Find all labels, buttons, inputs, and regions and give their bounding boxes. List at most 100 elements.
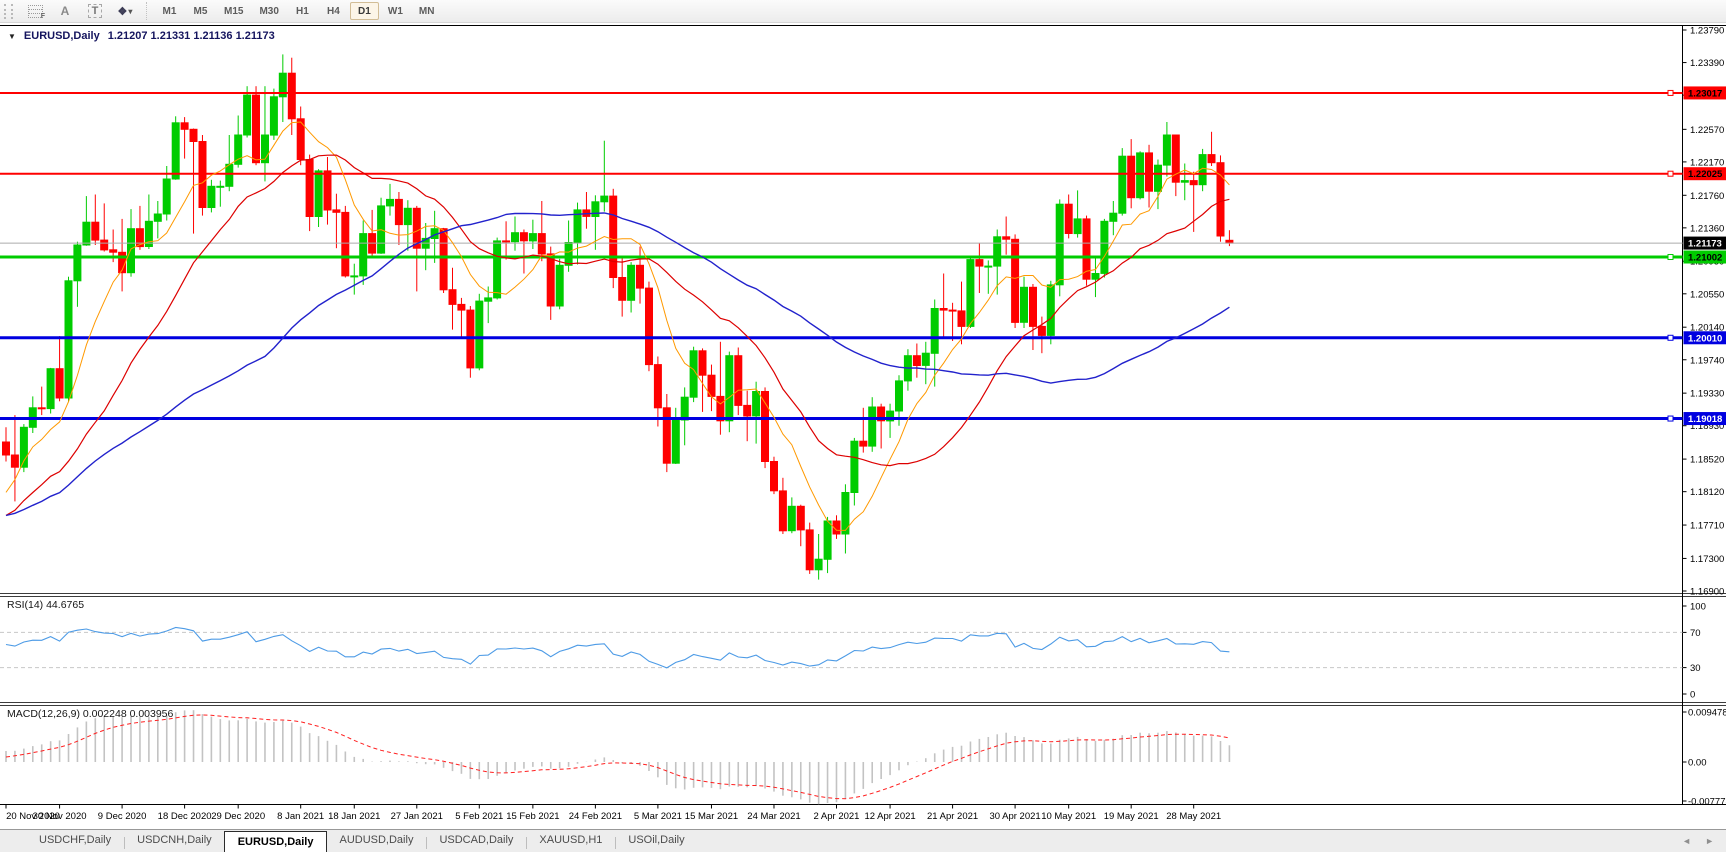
tab-usoil-daily[interactable]: USOil,Daily <box>615 834 697 852</box>
tab-usdcnh-daily[interactable]: USDCNH,Daily <box>124 834 225 852</box>
timeframe-button-H4[interactable]: H4 <box>319 2 348 20</box>
date-tick-label: 30 Apr 2021 <box>989 811 1040 822</box>
candle <box>994 230 1001 295</box>
candle <box>913 344 920 378</box>
candle-body <box>949 310 956 311</box>
rsi-tick-label: 0 <box>1690 690 1695 701</box>
candle <box>1163 122 1170 177</box>
candle <box>744 391 751 442</box>
candle-body <box>181 123 188 130</box>
tab-usdchf-daily[interactable]: USDCHF,Daily <box>26 834 124 852</box>
timeframe-button-MN[interactable]: MN <box>412 2 442 20</box>
candle <box>779 478 786 534</box>
candle <box>449 268 456 330</box>
tab-scroll-left-icon[interactable]: ◄ <box>1682 836 1691 846</box>
candle <box>92 195 99 246</box>
grid-period-tool-button[interactable]: F <box>21 0 49 22</box>
price-tick-label: 1.22170 <box>1690 157 1724 168</box>
candle <box>369 210 376 257</box>
line-handle[interactable] <box>1668 416 1673 421</box>
candle <box>253 86 260 165</box>
candle-body <box>306 160 313 217</box>
candle-body <box>128 229 135 273</box>
candle-body <box>1074 219 1081 234</box>
candle <box>556 259 563 310</box>
line-handle[interactable] <box>1668 171 1673 176</box>
candle <box>842 484 849 553</box>
timeframe-button-M5[interactable]: M5 <box>186 2 215 20</box>
candle-body <box>815 559 822 570</box>
price-tick-label: 1.20550 <box>1690 289 1724 300</box>
tab-usdcad-daily[interactable]: USDCAD,Daily <box>426 834 526 852</box>
candle <box>512 217 519 251</box>
chart-menu-icon[interactable]: ▼ <box>8 32 16 41</box>
candle <box>628 262 635 312</box>
chart-canvas[interactable]: 1.237901.233901.229901.225701.221701.217… <box>0 0 1726 829</box>
candle <box>387 184 394 216</box>
chevron-down-icon: ▾ <box>128 7 132 16</box>
candle <box>887 404 894 438</box>
candle-body <box>940 309 947 311</box>
toolbar-separator <box>146 2 148 20</box>
timeframe-button-M1[interactable]: M1 <box>155 2 184 20</box>
candle-body <box>869 407 876 446</box>
candle-body <box>610 196 617 277</box>
toolbar-drag-handle[interactable] <box>4 4 13 19</box>
candle-body <box>1155 165 1162 191</box>
candle <box>494 238 501 300</box>
candle-body <box>699 351 706 375</box>
timeframe-button-D1[interactable]: D1 <box>350 2 379 20</box>
tab-eurusd-daily[interactable]: EURUSD,Daily <box>224 831 328 852</box>
candle <box>878 404 885 449</box>
price-tick-label: 1.18120 <box>1690 487 1724 498</box>
text-label-tool-button[interactable]: A <box>51 0 79 22</box>
candle <box>458 298 465 337</box>
timeframe-button-M15[interactable]: M15 <box>217 2 250 20</box>
candle-body <box>1146 153 1153 191</box>
candle <box>601 141 608 212</box>
line-handle[interactable] <box>1668 335 1673 340</box>
price-tick-label: 1.23390 <box>1690 58 1724 69</box>
candle-body <box>494 241 501 298</box>
candle-body <box>637 265 644 288</box>
candle-body <box>556 265 563 306</box>
candle-body <box>753 392 760 416</box>
tab-audusd-daily[interactable]: AUDUSD,Daily <box>326 834 426 852</box>
line-handle[interactable] <box>1668 90 1673 95</box>
candle-body <box>324 171 331 210</box>
candle-body <box>672 420 679 463</box>
price-line-label-text: 1.22025 <box>1688 169 1723 180</box>
price-line-label-text: 1.19018 <box>1688 414 1722 425</box>
candle-body <box>101 240 108 250</box>
date-tick-label: 19 May 2021 <box>1104 811 1159 822</box>
candle-body <box>788 506 795 530</box>
candle <box>288 58 295 135</box>
candle-body <box>663 408 670 463</box>
candle-body <box>208 186 215 207</box>
candle <box>172 116 179 180</box>
timeframe-button-group: M1M5M15M30H1H4D1W1MN <box>154 2 442 20</box>
arrow-style-tool-button[interactable]: ❖ ▾ <box>111 0 139 22</box>
candle <box>199 135 206 216</box>
candle-body <box>485 298 492 301</box>
chart-symbol-period: EURUSD,Daily <box>24 30 100 42</box>
rsi-tick-label: 30 <box>1690 663 1701 674</box>
candle <box>654 357 661 427</box>
text-box-tool-button[interactable]: T <box>81 0 109 22</box>
candle <box>1021 277 1028 328</box>
timeframe-button-M30[interactable]: M30 <box>252 2 285 20</box>
candle <box>38 387 45 416</box>
toolbar: F A T ❖ ▾ M1M5M15M30H1H4D1W1MN <box>0 0 1726 23</box>
timeframe-button-W1[interactable]: W1 <box>381 2 410 20</box>
timeframe-button-H1[interactable]: H1 <box>288 2 317 20</box>
candle-body <box>387 199 394 206</box>
candle-body <box>1092 274 1099 280</box>
candle <box>503 221 510 259</box>
tab-scroll-right-icon[interactable]: ► <box>1705 836 1714 846</box>
date-tick-label: 5 Mar 2021 <box>634 811 682 822</box>
candle <box>360 221 367 285</box>
line-handle[interactable] <box>1668 255 1673 260</box>
candle <box>538 201 545 261</box>
candle <box>1030 284 1037 350</box>
tab-xauusd-h1[interactable]: XAUUSD,H1 <box>526 834 615 852</box>
